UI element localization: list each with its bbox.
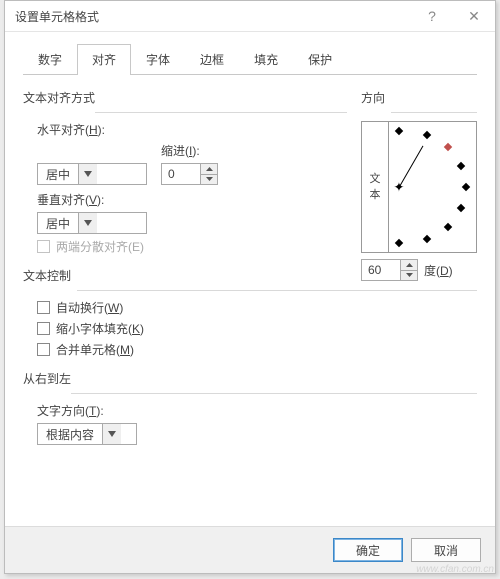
close-button[interactable]: ✕ bbox=[453, 1, 495, 31]
dial-origin-icon: ✦ bbox=[394, 181, 405, 194]
right-to-left-title: 从右到左 bbox=[23, 370, 71, 387]
dial-dot bbox=[395, 127, 403, 135]
divider bbox=[77, 290, 477, 291]
ok-button[interactable]: 确定 bbox=[333, 538, 403, 562]
vertical-text-button[interactable]: 文 本 bbox=[362, 122, 389, 252]
tab-font[interactable]: 字体 bbox=[131, 44, 185, 75]
spin-value: 0 bbox=[162, 164, 200, 184]
dialog-body: 文本对齐方式 水平对齐(H): 居中 缩进(I): 0 bbox=[5, 75, 495, 527]
checkbox-label: 缩小字体填充(K) bbox=[56, 320, 144, 337]
shrink-to-fit-checkbox[interactable]: 缩小字体填充(K) bbox=[37, 320, 477, 337]
format-cells-dialog: 设置单元格格式 ? ✕ 数字 对齐 字体 边框 填充 保护 文本对齐方式 水平对… bbox=[4, 0, 496, 574]
spin-up-button[interactable] bbox=[201, 164, 217, 175]
text-direction-combo[interactable]: 根据内容 bbox=[37, 423, 137, 445]
dial-dot bbox=[444, 223, 452, 231]
combo-value: 居中 bbox=[38, 164, 78, 184]
tab-alignment[interactable]: 对齐 bbox=[77, 44, 131, 75]
right-to-left-group: 从右到左 文字方向(T): 根据内容 bbox=[23, 370, 477, 445]
orientation-group: 方向 文 本 bbox=[361, 89, 477, 281]
tab-border[interactable]: 边框 bbox=[185, 44, 239, 75]
merge-cells-checkbox[interactable]: 合并单元格(M) bbox=[37, 341, 477, 358]
tab-label: 字体 bbox=[146, 53, 170, 67]
chevron-down-icon bbox=[78, 213, 97, 233]
help-button[interactable]: ? bbox=[411, 1, 453, 31]
indent-spinner[interactable]: 0 bbox=[161, 163, 218, 185]
dial-dot bbox=[457, 204, 465, 212]
tab-fill[interactable]: 填充 bbox=[239, 44, 293, 75]
divider bbox=[95, 112, 347, 113]
spin-buttons bbox=[200, 164, 217, 184]
orientation-dial[interactable]: ✦ bbox=[389, 122, 476, 252]
vertical-text-char: 文 bbox=[370, 171, 381, 188]
checkbox-label: 合并单元格(M) bbox=[56, 341, 134, 358]
dial-dot bbox=[444, 143, 452, 151]
chevron-down-icon bbox=[102, 424, 121, 444]
checkbox-box bbox=[37, 343, 50, 356]
help-icon: ? bbox=[428, 8, 436, 24]
dialog-footer: 确定 取消 bbox=[5, 526, 495, 573]
spin-down-button[interactable] bbox=[201, 175, 217, 185]
combo-value: 居中 bbox=[38, 213, 78, 233]
divider bbox=[71, 393, 477, 394]
tab-protection[interactable]: 保护 bbox=[293, 44, 347, 75]
button-label: 取消 bbox=[434, 542, 458, 559]
tab-label: 填充 bbox=[254, 53, 278, 67]
dial-dot bbox=[423, 235, 431, 243]
orientation-title: 方向 bbox=[361, 89, 385, 106]
checkbox-box bbox=[37, 301, 50, 314]
wrap-text-checkbox[interactable]: 自动换行(W) bbox=[37, 299, 477, 316]
tab-number[interactable]: 数字 bbox=[23, 44, 77, 75]
close-icon: ✕ bbox=[468, 8, 480, 25]
vertical-text-char: 本 bbox=[370, 187, 381, 204]
chevron-down-icon bbox=[78, 164, 97, 184]
indent-label: 缩进(I): bbox=[161, 142, 218, 159]
tab-label: 对齐 bbox=[92, 53, 116, 67]
text-alignment-title: 文本对齐方式 bbox=[23, 89, 95, 106]
titlebar: 设置单元格格式 ? ✕ bbox=[5, 1, 495, 32]
checkbox-label: 自动换行(W) bbox=[56, 299, 123, 316]
dial-dot bbox=[457, 162, 465, 170]
checkbox-box bbox=[37, 240, 50, 253]
text-control-group: 文本控制 自动换行(W) 缩小字体填充(K) 合并单元格(M) bbox=[23, 267, 477, 358]
dial-dot bbox=[462, 183, 470, 191]
button-label: 确定 bbox=[356, 542, 380, 559]
combo-value: 根据内容 bbox=[38, 424, 102, 444]
horizontal-align-combo[interactable]: 居中 bbox=[37, 163, 147, 185]
divider bbox=[391, 112, 477, 113]
tab-label: 边框 bbox=[200, 53, 224, 67]
orientation-box: 文 本 ✦ bbox=[361, 121, 477, 253]
cancel-button[interactable]: 取消 bbox=[411, 538, 481, 562]
tab-label: 数字 bbox=[38, 53, 62, 67]
tab-strip: 数字 对齐 字体 边框 填充 保护 bbox=[5, 32, 495, 75]
checkbox-box bbox=[37, 322, 50, 335]
window-title: 设置单元格格式 bbox=[5, 8, 99, 25]
vertical-align-combo[interactable]: 居中 bbox=[37, 212, 147, 234]
tab-label: 保护 bbox=[308, 53, 332, 67]
dial-dot bbox=[395, 239, 403, 247]
text-control-title: 文本控制 bbox=[23, 267, 71, 284]
dial-dot bbox=[423, 131, 431, 139]
checkbox-label: 两端分散对齐(E) bbox=[56, 238, 144, 255]
text-direction-label: 文字方向(T): bbox=[37, 402, 477, 419]
